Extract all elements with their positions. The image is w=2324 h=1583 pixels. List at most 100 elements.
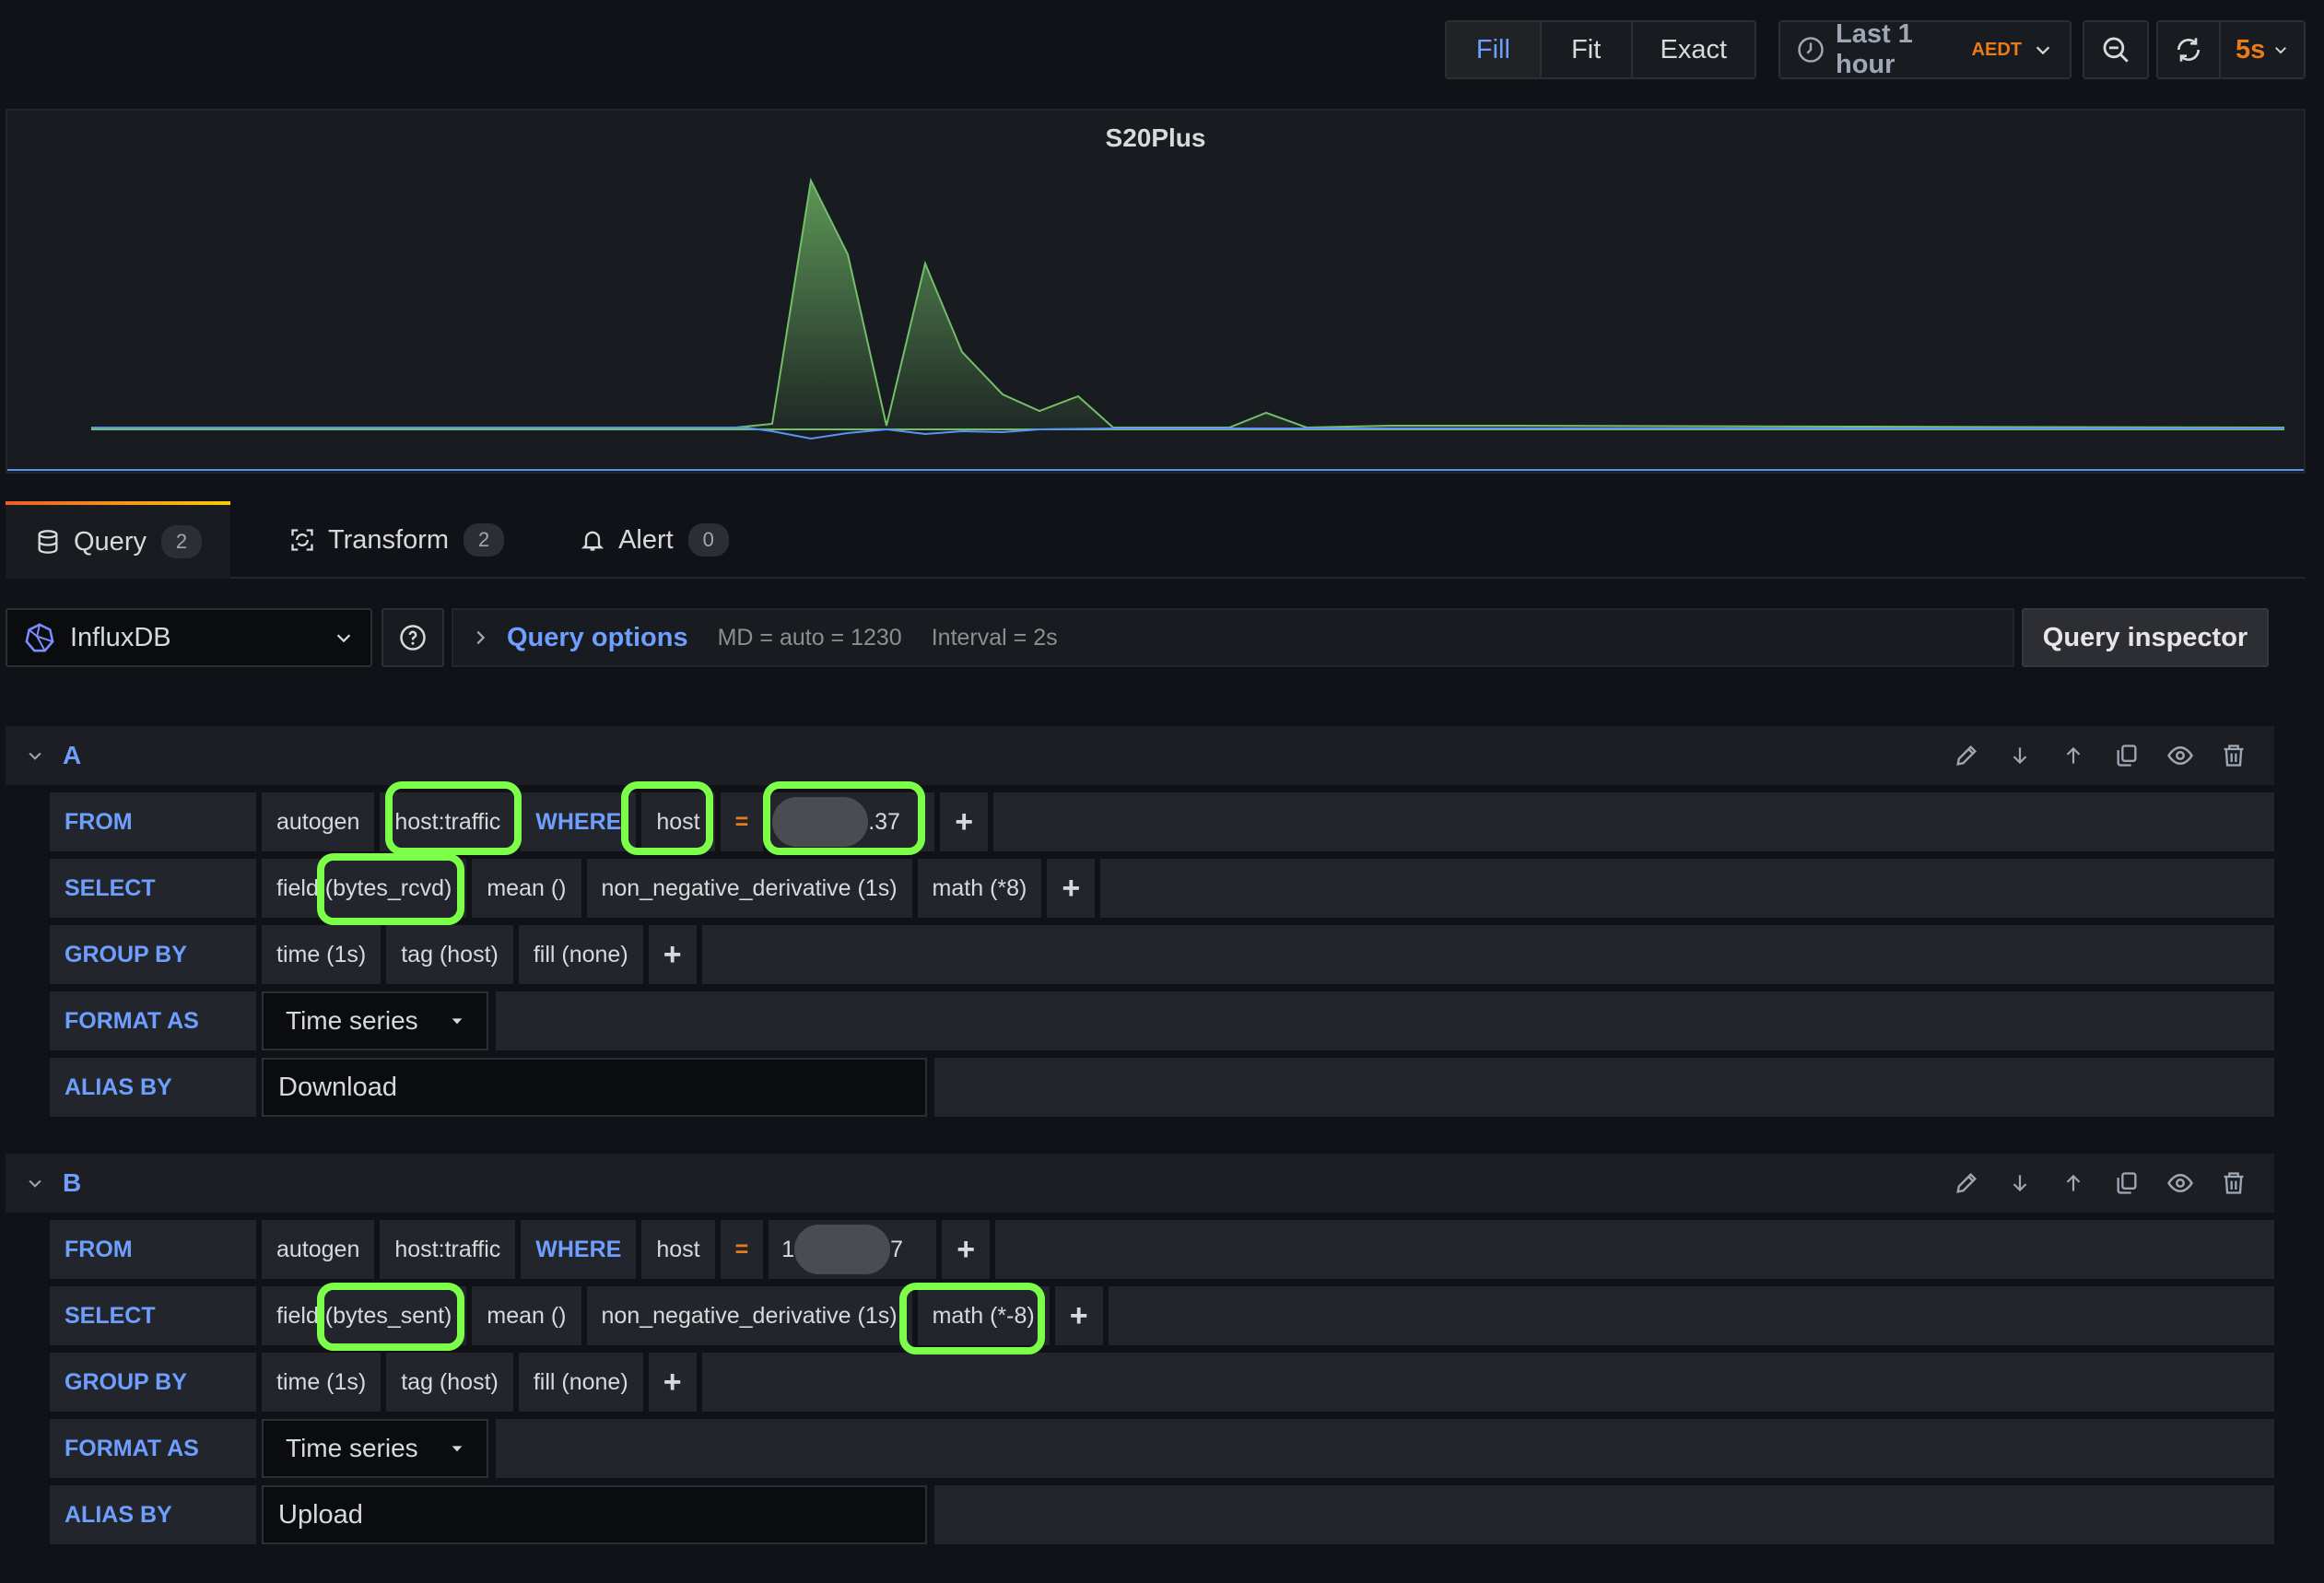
select-row: SELECT field (bytes_sent) mean () non_ne…: [50, 1286, 2274, 1345]
plus-icon: +: [1062, 871, 1081, 906]
query-header-b[interactable]: B: [6, 1154, 2274, 1213]
zoom-mode-group: Fill Fit Exact: [1445, 20, 1756, 79]
where-value[interactable]: 1 7: [769, 1220, 937, 1279]
add-group-by-button[interactable]: +: [648, 1353, 697, 1412]
redacted-value: [794, 1225, 891, 1274]
format-as-row: FORMAT AS Time series: [50, 1419, 2274, 1478]
duplicate-icon[interactable]: [2112, 741, 2142, 770]
group-by-time[interactable]: time (1s): [262, 925, 381, 984]
select-mean[interactable]: mean (): [472, 1286, 581, 1345]
group-by-tag[interactable]: tag (host): [386, 1353, 513, 1412]
zoom-out-button[interactable]: [2083, 20, 2149, 79]
format-as-value: Time series: [286, 1434, 418, 1462]
caret-down-icon: [450, 1014, 464, 1028]
tab-alert-count: 0: [687, 523, 729, 557]
select-label: SELECT: [50, 859, 256, 918]
query-options-bar[interactable]: Query options MD = auto = 1230 Interval …: [452, 608, 2014, 667]
group-by-label: GROUP BY: [50, 1353, 256, 1412]
alias-by-input[interactable]: Download: [262, 1058, 927, 1117]
measurement[interactable]: host:traffic: [380, 1220, 516, 1279]
refresh-button[interactable]: [2158, 22, 2222, 77]
tab-query[interactable]: Query 2: [6, 501, 230, 579]
where-value[interactable]: .37: [769, 792, 935, 851]
tab-query-count: 2: [160, 525, 202, 558]
graph-panel: S20Plus: [6, 109, 2306, 474]
select-derivative[interactable]: non_negative_derivative (1s): [586, 859, 912, 918]
redacted-value: [772, 797, 869, 847]
select-math[interactable]: math (*8): [917, 859, 1042, 918]
alias-by-input[interactable]: Upload: [262, 1485, 927, 1544]
move-down-icon[interactable]: [2005, 1168, 2035, 1198]
where-key[interactable]: host: [641, 1220, 715, 1279]
add-where-button[interactable]: +: [942, 1220, 991, 1279]
tab-transform-label: Transform: [328, 524, 450, 555]
tab-alert-label: Alert: [618, 524, 674, 555]
measurement[interactable]: host:traffic: [380, 792, 516, 851]
move-up-icon[interactable]: [2059, 741, 2088, 770]
refresh-interval-picker[interactable]: 5s: [2221, 22, 2304, 77]
tab-transform[interactable]: Transform 2: [230, 501, 534, 579]
exact-button[interactable]: Exact: [1633, 22, 1755, 77]
row-filler: [496, 991, 2274, 1050]
format-as-label: FORMAT AS: [50, 1419, 256, 1478]
tab-alert[interactable]: Alert 0: [534, 501, 758, 579]
select-math[interactable]: math (*-8): [917, 1286, 1050, 1345]
retention-policy[interactable]: autogen: [262, 792, 375, 851]
where-keyword: WHERE: [521, 1220, 637, 1279]
duplicate-icon[interactable]: [2112, 1168, 2142, 1198]
group-by-row: GROUP BY time (1s) tag (host) fill (none…: [50, 925, 2274, 984]
select-field[interactable]: field (bytes_sent): [262, 1286, 467, 1345]
group-by-time[interactable]: time (1s): [262, 1353, 381, 1412]
select-mean[interactable]: mean (): [472, 859, 581, 918]
query-inspector-button[interactable]: Query inspector: [2022, 608, 2269, 667]
trash-icon[interactable]: [2219, 1168, 2248, 1198]
caret-down-icon: [450, 1441, 464, 1456]
timeseries-graph[interactable]: [7, 111, 2304, 472]
add-group-by-button[interactable]: +: [648, 925, 697, 984]
select-field[interactable]: field (bytes_rcvd): [262, 859, 467, 918]
row-filler: [701, 1353, 2274, 1412]
eye-icon[interactable]: [2166, 1168, 2195, 1198]
editor-tab-bar: Query 2 Transform 2 Alert 0: [6, 501, 2306, 579]
select-derivative[interactable]: non_negative_derivative (1s): [586, 1286, 912, 1345]
datasource-help-button[interactable]: [381, 608, 444, 667]
alias-by-row: ALIAS BY Upload: [50, 1485, 2274, 1544]
eye-icon[interactable]: [2166, 741, 2195, 770]
where-operator[interactable]: =: [720, 1220, 764, 1279]
where-value-prefix: 1: [781, 1236, 795, 1262]
edit-pencil-icon[interactable]: [1952, 741, 1981, 770]
chevron-down-icon[interactable]: [26, 746, 44, 765]
add-where-button[interactable]: +: [940, 792, 989, 851]
alias-by-row: ALIAS BY Download: [50, 1058, 2274, 1117]
alias-by-label: ALIAS BY: [50, 1485, 256, 1544]
row-filler: [934, 1058, 2274, 1117]
add-select-button[interactable]: +: [1054, 1286, 1103, 1345]
move-down-icon[interactable]: [2005, 741, 2035, 770]
trash-icon[interactable]: [2219, 741, 2248, 770]
query-editor-b: B FROM autogen host:traffic WHERE host =…: [6, 1154, 2274, 1544]
chevron-down-icon[interactable]: [26, 1174, 44, 1192]
fit-button[interactable]: Fit: [1542, 22, 1633, 77]
group-by-tag[interactable]: tag (host): [386, 925, 513, 984]
time-range-label: Last 1 hour: [1836, 19, 1913, 79]
add-select-button[interactable]: +: [1047, 859, 1096, 918]
format-as-value: Time series: [286, 1006, 418, 1035]
edit-pencil-icon[interactable]: [1952, 1168, 1981, 1198]
group-by-fill[interactable]: fill (none): [518, 925, 643, 984]
retention-policy[interactable]: autogen: [262, 1220, 375, 1279]
where-operator[interactable]: =: [720, 792, 764, 851]
move-up-icon[interactable]: [2059, 1168, 2088, 1198]
fill-button[interactable]: Fill: [1447, 22, 1542, 77]
format-as-select[interactable]: Time series: [262, 1419, 488, 1478]
where-key[interactable]: host: [641, 792, 715, 851]
format-as-select[interactable]: Time series: [262, 991, 488, 1050]
datasource-picker[interactable]: InfluxDB: [6, 608, 372, 667]
from-label: FROM: [50, 792, 256, 851]
query-options-title: Query options: [507, 622, 688, 652]
row-filler: [701, 925, 2274, 984]
time-picker[interactable]: Last 1 hour AEDT: [1778, 19, 2072, 79]
group-by-row: GROUP BY time (1s) tag (host) fill (none…: [50, 1353, 2274, 1412]
group-by-fill[interactable]: fill (none): [518, 1353, 643, 1412]
alias-by-label: ALIAS BY: [50, 1058, 256, 1117]
query-header-a[interactable]: A: [6, 726, 2274, 785]
